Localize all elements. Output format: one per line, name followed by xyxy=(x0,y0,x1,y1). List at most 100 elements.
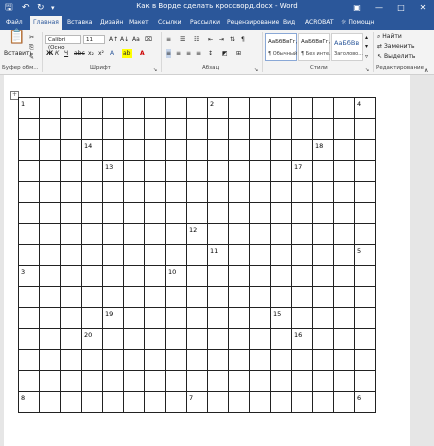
crossword-cell[interactable] xyxy=(60,349,82,371)
crossword-cell[interactable] xyxy=(333,391,355,413)
crossword-cell[interactable] xyxy=(228,118,250,140)
crossword-cell[interactable] xyxy=(270,244,292,266)
crossword-cell[interactable] xyxy=(18,181,40,203)
crossword-cell[interactable] xyxy=(144,97,166,119)
crossword-cell[interactable] xyxy=(81,307,103,329)
crossword-cell[interactable] xyxy=(60,118,82,140)
crossword-cell[interactable] xyxy=(354,118,376,140)
crossword-cell[interactable] xyxy=(123,391,145,413)
multilevel-list-icon[interactable]: ☷ xyxy=(194,35,199,44)
crossword-cell[interactable] xyxy=(60,370,82,392)
crossword-cell[interactable] xyxy=(60,328,82,350)
crossword-cell[interactable] xyxy=(123,370,145,392)
paragraph-dialog-launcher-icon[interactable]: ↘ xyxy=(254,66,258,75)
style-heading[interactable]: АаБбВв Заголово... xyxy=(331,33,363,61)
crossword-cell[interactable] xyxy=(228,286,250,308)
crossword-cell[interactable] xyxy=(102,265,124,287)
crossword-cell[interactable] xyxy=(18,118,40,140)
crossword-cell[interactable] xyxy=(60,223,82,245)
crossword-cell[interactable] xyxy=(312,370,334,392)
crossword-cell[interactable] xyxy=(39,160,61,182)
crossword-cell[interactable] xyxy=(270,160,292,182)
crossword-cell[interactable] xyxy=(144,160,166,182)
crossword-cell[interactable] xyxy=(207,223,229,245)
crossword-cell[interactable] xyxy=(123,118,145,140)
crossword-cell[interactable] xyxy=(228,202,250,224)
font-name-select[interactable]: Calibri (Осно xyxy=(45,35,81,51)
strikethrough-icon[interactable]: abc xyxy=(74,49,85,58)
crossword-cell[interactable] xyxy=(333,307,355,329)
crossword-cell[interactable] xyxy=(165,328,187,350)
crossword-cell[interactable] xyxy=(144,370,166,392)
crossword-cell[interactable] xyxy=(249,349,271,371)
crossword-cell[interactable] xyxy=(207,265,229,287)
styles-dialog-launcher-icon[interactable]: ↘ xyxy=(365,66,369,75)
collapse-ribbon-icon[interactable]: ∧ xyxy=(424,66,428,75)
crossword-cell[interactable] xyxy=(102,244,124,266)
crossword-cell[interactable] xyxy=(312,97,334,119)
crossword-cell[interactable] xyxy=(249,97,271,119)
decrease-indent-icon[interactable]: ⇤ xyxy=(208,35,213,44)
crossword-cell[interactable] xyxy=(123,265,145,287)
crossword-cell[interactable] xyxy=(312,349,334,371)
crossword-cell[interactable] xyxy=(249,160,271,182)
crossword-cell[interactable]: 1 xyxy=(18,97,40,119)
crossword-cell[interactable]: 7 xyxy=(186,391,208,413)
grow-font-icon[interactable]: A↑ xyxy=(109,35,118,44)
crossword-cell[interactable]: 3 xyxy=(18,265,40,287)
crossword-cell[interactable] xyxy=(39,349,61,371)
crossword-cell[interactable] xyxy=(228,160,250,182)
superscript-icon[interactable]: x² xyxy=(98,49,104,58)
copy-icon[interactable]: ⎘ xyxy=(29,43,34,52)
change-case-icon[interactable]: Aa xyxy=(132,35,140,44)
crossword-cell[interactable] xyxy=(312,223,334,245)
find-button[interactable]: ⌕ Найти xyxy=(377,32,402,41)
tab-acrobat[interactable]: ACROBAT xyxy=(302,16,337,30)
crossword-cell[interactable] xyxy=(60,286,82,308)
subscript-icon[interactable]: x₂ xyxy=(88,49,94,58)
highlight-icon[interactable]: ab xyxy=(122,49,132,58)
bold-icon[interactable]: Ж xyxy=(46,49,53,58)
crossword-cell[interactable] xyxy=(102,97,124,119)
crossword-cell[interactable] xyxy=(18,370,40,392)
crossword-cell[interactable] xyxy=(102,370,124,392)
crossword-cell[interactable] xyxy=(270,370,292,392)
align-left-icon[interactable]: ≡ xyxy=(166,49,172,58)
crossword-cell[interactable] xyxy=(207,349,229,371)
crossword-cell[interactable]: 4 xyxy=(354,97,376,119)
crossword-cell[interactable] xyxy=(249,286,271,308)
crossword-cell[interactable] xyxy=(102,202,124,224)
crossword-cell[interactable] xyxy=(354,202,376,224)
crossword-cell[interactable] xyxy=(312,181,334,203)
crossword-cell[interactable] xyxy=(249,223,271,245)
crossword-cell[interactable] xyxy=(249,391,271,413)
crossword-cell[interactable] xyxy=(270,223,292,245)
tab-mailings[interactable]: Рассылки xyxy=(187,16,223,30)
crossword-cell[interactable] xyxy=(144,202,166,224)
crossword-cell[interactable] xyxy=(333,97,355,119)
tab-view[interactable]: Вид xyxy=(280,16,298,30)
crossword-cell[interactable] xyxy=(186,181,208,203)
crossword-cell[interactable] xyxy=(354,328,376,350)
crossword-cell[interactable] xyxy=(186,118,208,140)
align-center-icon[interactable]: ≡ xyxy=(176,49,181,58)
crossword-cell[interactable] xyxy=(249,202,271,224)
crossword-cell[interactable] xyxy=(102,286,124,308)
crossword-cell[interactable] xyxy=(123,286,145,308)
crossword-cell[interactable] xyxy=(81,349,103,371)
styles-scroll-up-icon[interactable]: ▴ xyxy=(365,33,368,42)
crossword-cell[interactable] xyxy=(291,202,313,224)
document-page[interactable]: + 1 2 4 14 18 13 17 12 11 5 3 10 19 15 20 16 8 7 6 xyxy=(4,75,410,446)
crossword-cell[interactable] xyxy=(81,286,103,308)
crossword-cell[interactable] xyxy=(291,391,313,413)
crossword-cell[interactable] xyxy=(207,286,229,308)
crossword-cell[interactable] xyxy=(228,307,250,329)
crossword-cell[interactable] xyxy=(18,202,40,224)
italic-icon[interactable]: К xyxy=(55,49,59,58)
crossword-cell[interactable] xyxy=(312,202,334,224)
crossword-cell[interactable] xyxy=(354,181,376,203)
crossword-cell[interactable]: 19 xyxy=(102,307,124,329)
crossword-cell[interactable] xyxy=(60,202,82,224)
crossword-cell[interactable] xyxy=(207,160,229,182)
crossword-cell[interactable] xyxy=(312,244,334,266)
